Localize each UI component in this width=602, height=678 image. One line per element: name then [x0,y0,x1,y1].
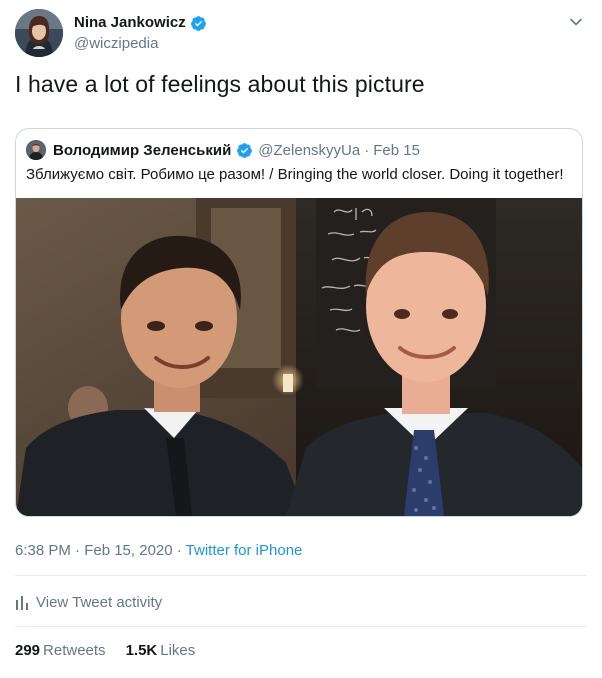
quoted-tweet-photo[interactable] [16,198,582,516]
quoted-tweet-date: Feb 15 [373,141,420,159]
retweets-label: Retweets [43,642,106,659]
bar-chart-icon [16,596,28,610]
tweet-meta: 6:38 PM · Feb 15, 2020 · Twitter for iPh… [15,541,302,561]
meta-separator: · [176,542,186,559]
verified-badge-icon [237,142,253,158]
verified-badge-icon [190,15,206,31]
quoted-author-name: Володимир Зеленський [53,141,232,159]
tweet-stats: 299 Retweets 1.5K Likes [15,640,195,662]
chevron-down-icon[interactable] [569,15,583,29]
tweet-timestamp[interactable]: 6:38 PM · Feb 15, 2020 [15,542,177,559]
retweets-count: 299 [15,642,41,659]
tweet-header: Nina Jankowicz @wiczipedia [15,9,587,61]
view-tweet-activity-button[interactable]: View Tweet activity [15,590,162,614]
tweet-source-link[interactable]: Twitter for iPhone [186,542,303,559]
view-tweet-activity-label: View Tweet activity [36,593,163,611]
divider [15,626,587,627]
likes-stat[interactable]: 1.5K Likes [126,640,196,662]
likes-count: 1.5K [125,642,158,659]
retweets-stat[interactable]: 299 Retweets [15,640,106,662]
quoted-author-avatar [26,140,46,160]
quoted-tweet-header: Володимир Зеленський @ZelenskyyUa · Feb … [26,139,420,161]
divider [15,575,587,576]
quoted-date-separator: · [364,141,370,159]
quoted-tweet-card[interactable]: Володимир Зеленський @ZelenskyyUa · Feb … [15,128,583,517]
quoted-tweet-text: Зближуємо світ. Робимо це разом! / Bring… [26,166,564,183]
author-handle[interactable]: @wiczipedia [74,34,207,54]
tweet-text: I have a lot of feelings about this pict… [15,71,425,97]
quoted-author-handle: @ZelenskyyUa [258,141,361,159]
author-avatar[interactable] [15,9,63,57]
likes-label: Likes [160,642,196,659]
author-name-block[interactable]: Nina Jankowicz @wiczipedia [74,13,207,54]
author-display-name[interactable]: Nina Jankowicz [74,13,186,33]
